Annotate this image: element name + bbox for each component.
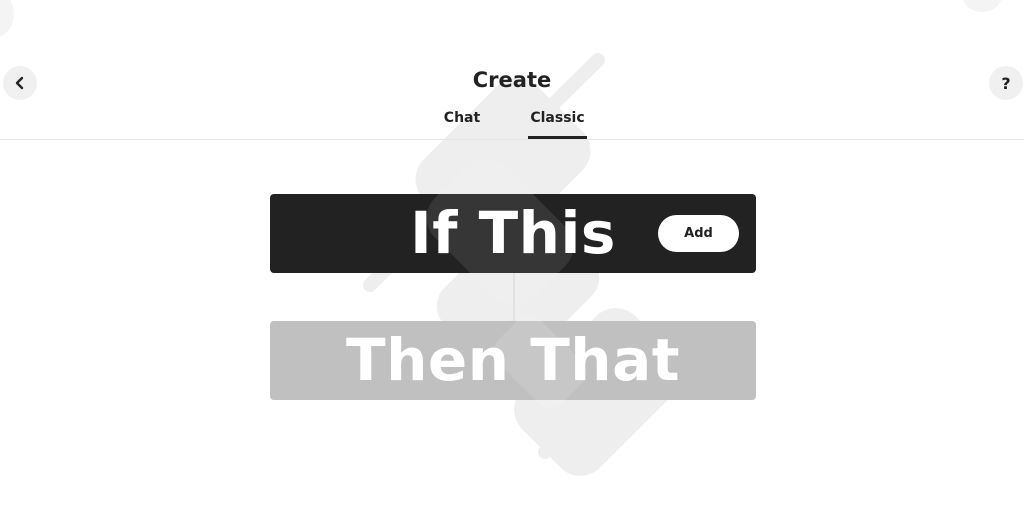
help-icon: ? — [1001, 73, 1011, 93]
tab-classic[interactable]: Classic — [528, 110, 587, 126]
add-trigger-button[interactable]: Add — [658, 215, 739, 252]
header-divider — [0, 139, 1024, 140]
active-tab-indicator — [528, 136, 587, 139]
background-blob — [962, 0, 1002, 12]
action-label: Then That — [346, 326, 680, 394]
tab-chat[interactable]: Chat — [432, 110, 492, 126]
background-blob — [0, 0, 14, 38]
page-title: Create — [472, 68, 552, 92]
help-button[interactable]: ? — [989, 66, 1023, 100]
